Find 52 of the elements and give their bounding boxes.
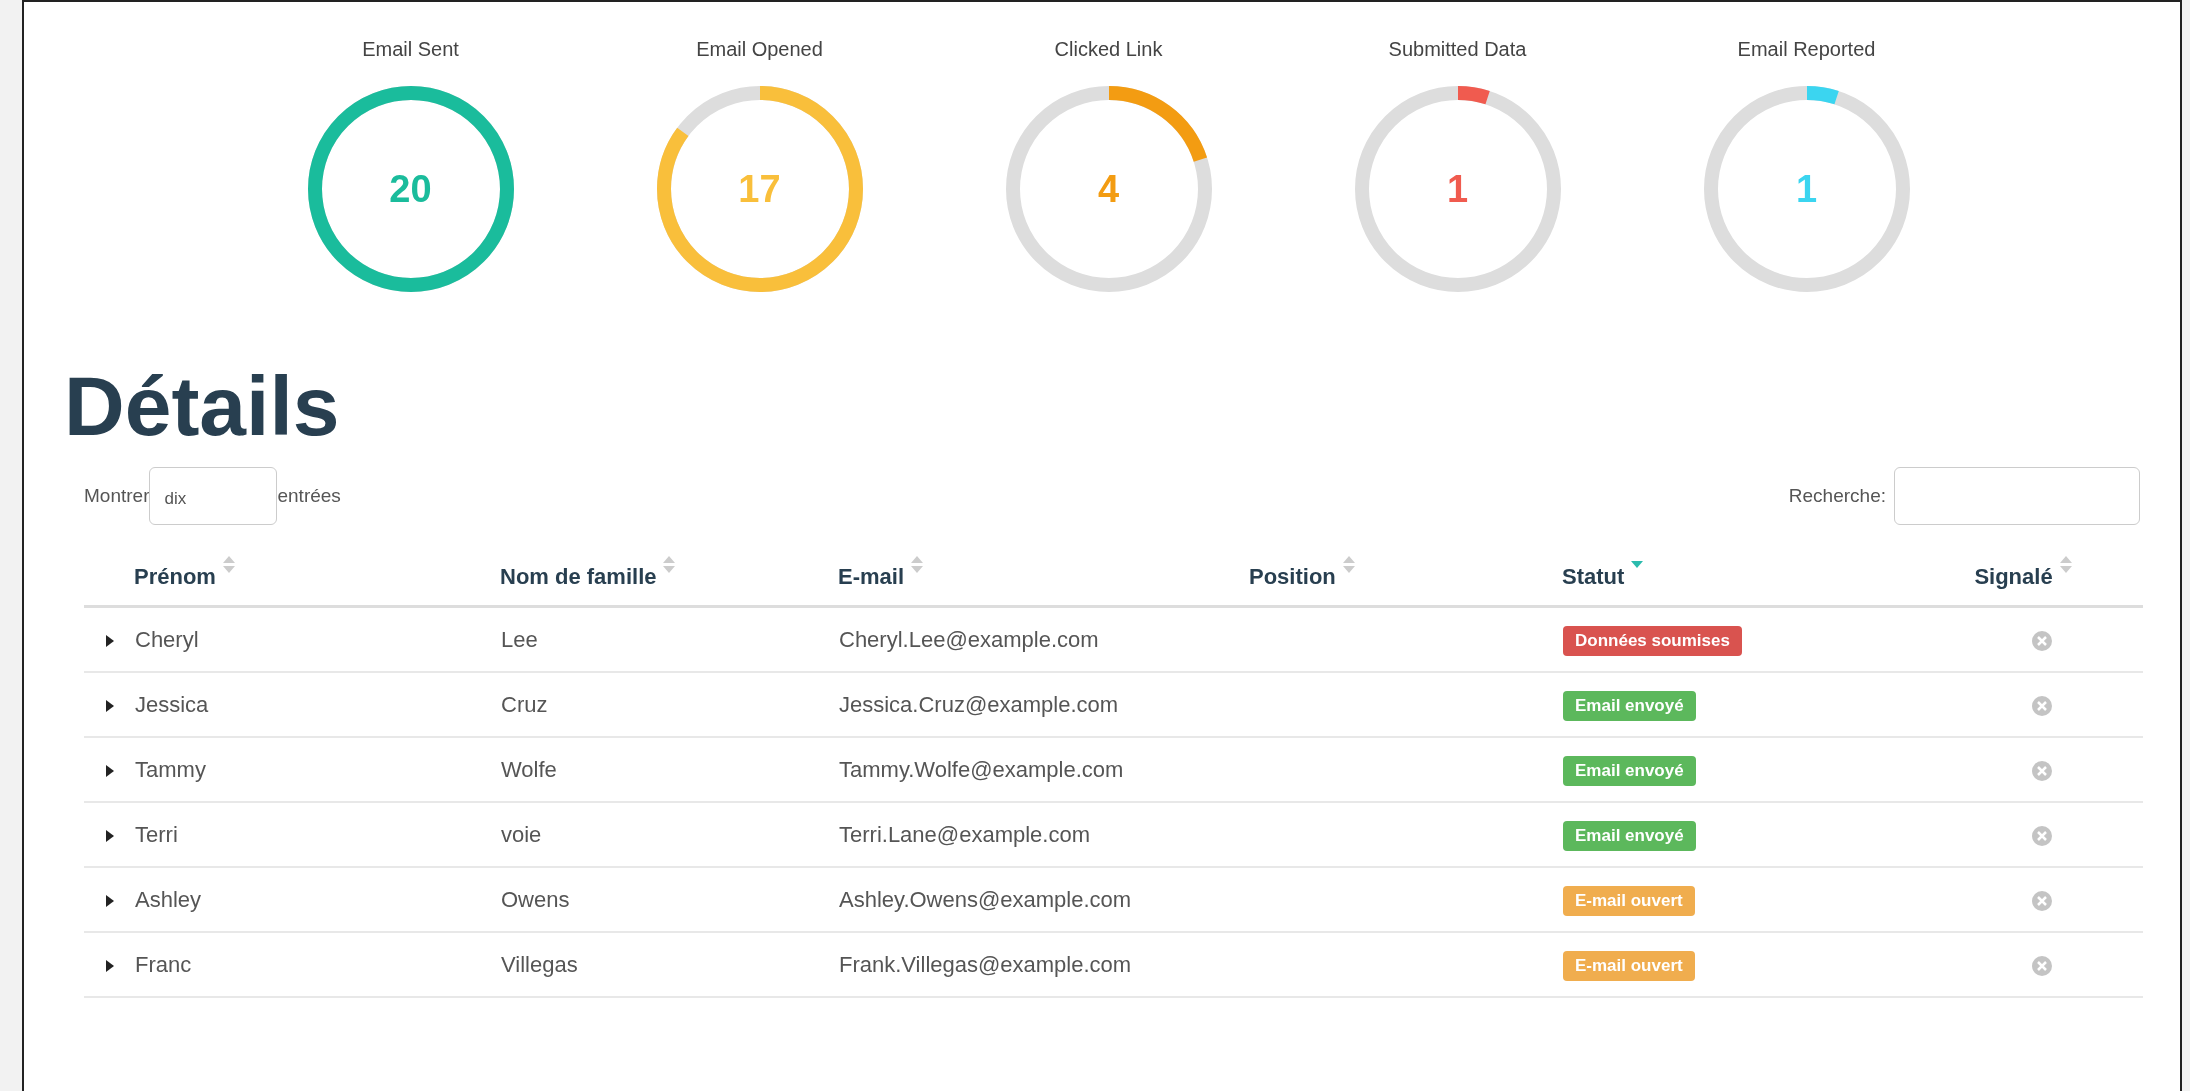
stat-label: Email Opened — [696, 37, 823, 62]
expand-caret-icon[interactable] — [105, 633, 115, 648]
table-cell: Cruz — [501, 691, 548, 717]
column-header[interactable]: Statut — [1562, 564, 1625, 589]
length-label: Montrer — [84, 483, 150, 508]
expand-caret-icon[interactable] — [105, 958, 115, 973]
entries-select[interactable]: dix — [149, 467, 278, 525]
expand-caret-icon[interactable] — [105, 893, 115, 908]
table-cell: Jessica.Cruz@example.com — [839, 691, 1119, 717]
table-cell: Jessica — [135, 691, 209, 717]
status-tag: Email envoyé — [1563, 820, 1696, 852]
stat-value: 1 — [1446, 166, 1469, 212]
status-tag: E-mail ouvert — [1563, 950, 1695, 982]
stat-label: Email Reported — [1737, 37, 1876, 62]
table-cell: Terri.Lane@example.com — [839, 821, 1090, 847]
table-cell: Cheryl.Lee@example.com — [839, 626, 1099, 652]
stat-label: Submitted Data — [1388, 37, 1527, 62]
status-tag: Email envoyé — [1563, 690, 1696, 722]
column-header[interactable]: Nom de famille — [500, 564, 657, 589]
table-cell: Ashley.Owens@example.com — [839, 886, 1132, 912]
stat-label: Email Sent — [362, 37, 459, 62]
table-cell: Lee — [501, 626, 538, 652]
table-cell: voie — [501, 821, 542, 847]
column-header[interactable]: Signalé — [1974, 564, 2053, 589]
expand-caret-icon[interactable] — [105, 763, 115, 778]
stat-label: Clicked Link — [1054, 37, 1163, 62]
column-header[interactable]: Position — [1249, 564, 1336, 589]
table-cell: Frank.Villegas@example.com — [839, 951, 1132, 977]
search-field[interactable] — [1894, 467, 2140, 525]
length-label: entrées — [277, 483, 341, 508]
table-cell: Franc — [135, 951, 192, 977]
status-tag: Email envoyé — [1563, 755, 1696, 787]
table-cell: Terri — [135, 821, 178, 847]
expand-caret-icon[interactable] — [105, 828, 115, 843]
column-header[interactable]: Prénom — [134, 564, 216, 589]
stat-value: 4 — [1097, 166, 1120, 212]
status-tag: E-mail ouvert — [1563, 885, 1695, 917]
stat-value: 17 — [738, 166, 781, 212]
column-header[interactable]: E-mail — [838, 564, 905, 589]
table-cell: Wolfe — [501, 756, 557, 782]
stat-value: 20 — [389, 166, 432, 212]
table-cell: Cheryl — [135, 626, 199, 652]
status-tag: Données soumises — [1563, 626, 1742, 657]
table-cell: Ashley — [135, 886, 202, 912]
search-label: Recherche: — [1788, 483, 1886, 508]
expand-caret-icon[interactable] — [105, 698, 115, 713]
page-heading: Détails — [64, 364, 341, 448]
table-cell: Tammy.Wolfe@example.com — [839, 756, 1124, 782]
table-cell: Tammy — [135, 756, 206, 782]
table-cell: Villegas — [501, 951, 578, 977]
stat-value: 1 — [1795, 166, 1818, 212]
table-cell: Owens — [501, 886, 570, 912]
